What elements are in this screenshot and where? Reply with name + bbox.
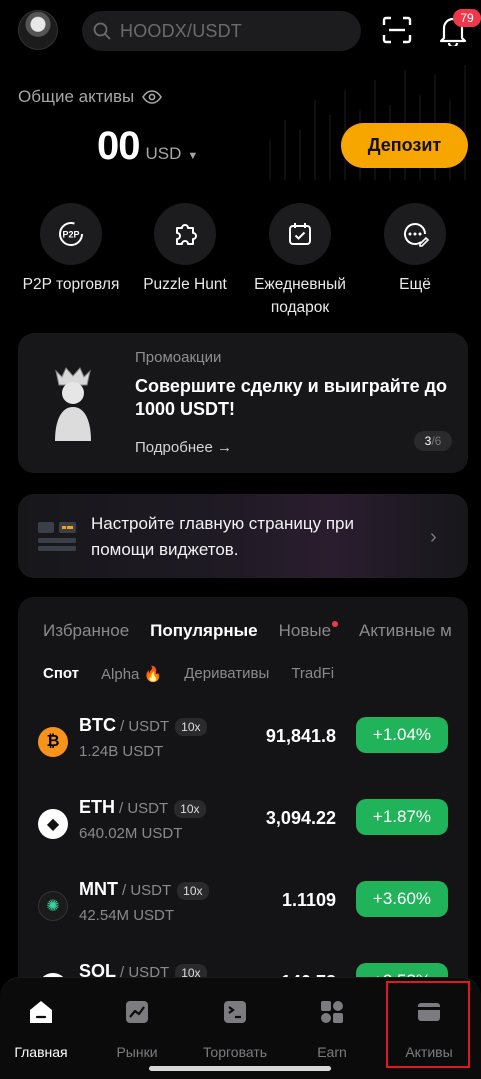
caret-down-icon[interactable]: ▼ [187,150,198,162]
currency-selector[interactable]: USD [146,144,182,164]
promo-card[interactable]: Промоакции Совершите сделку и выиграйте … [18,333,468,473]
leverage-badge: 10x [174,800,206,818]
nav-trade[interactable]: Торговать [187,998,283,1060]
avatar[interactable] [18,10,58,50]
subtab-alpha[interactable]: Alpha 🔥 [101,665,162,683]
nav-label: Главная [14,1044,68,1060]
price: 91,841.8 [265,726,336,746]
change-badge[interactable]: +3.60% [356,881,448,917]
subtab-alpha-label: Alpha [101,666,140,683]
subtab-tradfi[interactable]: TradFi [291,665,334,683]
subtab-derivatives[interactable]: Деривативы [184,665,269,683]
scan-icon[interactable] [382,16,412,44]
pair-symbol: ETH / USDT 10x [79,797,206,818]
promo-figure-icon [55,367,91,441]
widget-text: Настройте главную страницу при помощи ви… [91,514,354,559]
pager-total: /6 [431,434,442,448]
nav-label: Earn [317,1044,347,1060]
balance-amount: 00 [97,124,140,168]
fire-icon: 🔥 [143,666,163,683]
more-icon [384,203,446,265]
tab-new-label: Новые [278,621,332,640]
calendar-check-icon [269,203,331,265]
promo-more-link[interactable]: Подробнее → [135,439,232,456]
widget-icon [38,522,76,551]
tab-favorites[interactable]: Избранное [43,621,129,641]
quick-action-more[interactable]: Ещё [358,203,472,296]
search-icon [93,22,111,40]
table-row[interactable]: ₿ BTC / USDT 10x 1.24B USDT 91,841.8 +1.… [18,715,468,797]
puzzle-icon [154,203,216,265]
market-tabs: Избранное Популярные Новые Активные м [43,621,452,641]
eye-icon[interactable] [142,90,163,104]
trade-icon [224,1001,246,1023]
home-indicator [149,1066,331,1071]
quick-action-p2p[interactable]: P2P P2P торговля [14,203,128,296]
nav-markets[interactable]: Рынки [89,998,185,1060]
promo-title: Совершите сделку и выиграйте до 1000 USD… [135,376,448,419]
leverage-badge: 10x [177,882,209,900]
quick-action-label: Ещё [399,276,431,293]
change-badge[interactable]: +1.87% [356,799,448,835]
quick-action-daily-gift[interactable]: Ежедневный подарок [243,203,357,319]
chevron-right-icon: › [430,526,437,548]
quick-action-label: Puzzle Hunt [143,276,227,293]
leverage-badge: 10x [175,718,207,736]
quote-symbol: / USDT [120,718,170,735]
widget-settings-card[interactable]: Настройте главную страницу при помощи ви… [18,494,468,578]
volume: 640.02M USDT [79,825,183,842]
volume: 42.54M USDT [79,907,175,924]
pair-symbol: MNT / USDT 10x [79,879,209,900]
nav-earn[interactable]: Earn [284,998,380,1060]
pair-symbol: BTC / USDT 10x [79,715,207,736]
quick-action-puzzle-hunt[interactable]: Puzzle Hunt [128,203,242,296]
nav-label: Торговать [202,1044,268,1060]
earn-icon [321,1001,343,1023]
base-symbol: BTC [79,715,116,735]
deposit-button[interactable]: Депозит [341,123,468,168]
base-symbol: MNT [79,879,118,899]
notification-badge: 79 [453,9,481,27]
promo-pager: 3/6 [414,431,452,451]
quick-action-label: Ежедневный подарок [254,276,346,316]
total-assets-label: Общие активы [18,87,163,107]
home-icon [30,1001,52,1023]
tab-popular[interactable]: Популярные [150,621,257,641]
chart-icon [126,1001,148,1023]
p2p-icon: P2P [40,203,102,265]
btc-icon: ₿ [38,727,68,757]
nav-label: Рынки [116,1044,158,1060]
quote-symbol: / USDT [119,800,169,817]
volume: 1.24B USDT [79,743,164,760]
tab-new[interactable]: Новые [278,621,339,641]
tab-active[interactable]: Активные м [359,621,452,641]
nav-home[interactable]: Главная [0,998,89,1060]
quick-action-label: P2P торговля [22,276,120,293]
search-input[interactable]: HOODX/USDT [82,11,361,51]
mnt-icon: ✺ [38,891,68,921]
price: 1.1109 [281,890,336,910]
table-row[interactable]: ✺ MNT / USDT 10x 42.54M USDT 1.1109 +3.6… [18,879,468,961]
balance-value: 00 USD ▼ [97,124,198,169]
table-row[interactable]: ◆ ETH / USDT 10x 640.02M USDT 3,094.22 +… [18,797,468,879]
change-badge[interactable]: +1.04% [356,717,448,753]
new-dot-indicator [332,621,339,627]
market-subtabs: Спот Alpha 🔥 Деривативы TradFi [43,665,334,683]
highlight-box [386,981,470,1068]
svg-text:P2P: P2P [62,230,79,240]
promo-tag: Промоакции [135,349,222,366]
quote-symbol: / USDT [122,882,172,899]
base-symbol: ETH [79,797,115,817]
subtab-spot[interactable]: Спот [43,665,79,683]
total-assets-text: Общие активы [18,87,135,106]
price: 3,094.22 [265,808,336,828]
eth-icon: ◆ [38,809,68,839]
search-placeholder: HOODX/USDT [120,20,243,41]
market-panel: Избранное Популярные Новые Активные м Сп… [18,597,468,1017]
